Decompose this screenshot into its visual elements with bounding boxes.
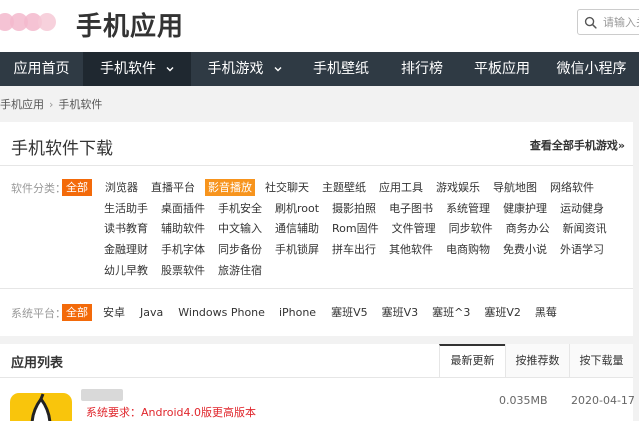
category-tag[interactable]: 读书教育 [101, 220, 151, 237]
category-row: 金融理财 手机字体 同步备份 手机锁屏 拼车出行 其他软件 电商购物 免费小说 … [101, 241, 607, 258]
chevron-right-icon: › [49, 97, 54, 111]
panel-title: 手机软件下载 [11, 139, 113, 159]
nav-item-wechat-mini[interactable]: 微信小程序 [544, 52, 639, 86]
category-tag[interactable]: 新闻资讯 [560, 220, 610, 237]
platform-tag[interactable]: 塞班V3 [379, 304, 422, 321]
category-row: 幼儿早教 股票软件 旅游住宿 [101, 262, 265, 279]
app-list-title: 应用列表 [11, 356, 64, 371]
category-row: 读书教育 辅助软件 中文输入 通信辅助 Rom固件 文件管理 同步软件 商务办公… [101, 220, 610, 237]
app-name[interactable] [81, 389, 123, 401]
platform-tag[interactable]: 安卓 [100, 304, 128, 321]
breadcrumb: 手机应用 › 手机软件 [0, 96, 102, 112]
category-tag[interactable]: Rom固件 [329, 220, 382, 237]
nav-item-wallpapers[interactable]: 手机壁纸 [298, 52, 384, 86]
sort-tabs: 最新更新 按推荐数 按下载量 [439, 344, 633, 377]
search-icon[interactable] [584, 16, 597, 29]
category-label: 软件分类： [11, 182, 66, 195]
nav-item-tablet-apps[interactable]: 平板应用 [460, 52, 544, 86]
chevron-down-icon [274, 67, 281, 72]
app-date: 2020-04-17 [571, 394, 635, 407]
site-header: 手机应用 [0, 0, 639, 52]
category-tag[interactable]: 影音播放 [205, 179, 255, 196]
chevron-down-icon [166, 67, 174, 72]
category-tag[interactable]: 辅助软件 [158, 220, 208, 237]
app-icon[interactable] [10, 393, 72, 421]
tab-latest-update[interactable]: 最新更新 [439, 344, 505, 377]
category-tag[interactable]: 其他软件 [386, 241, 436, 258]
category-tag[interactable]: 网络软件 [547, 179, 597, 196]
category-tag[interactable]: 文件管理 [389, 220, 439, 237]
category-tag[interactable]: 系统管理 [443, 200, 493, 217]
main-nav: 应用首页 手机软件 手机游戏 手机壁纸 排行榜 平板应用 微信小程序 [0, 52, 639, 86]
category-tag[interactable]: 电商购物 [443, 241, 493, 258]
category-tag[interactable]: 浏览器 [102, 179, 141, 196]
tab-by-downloads[interactable]: 按下载量 [569, 344, 633, 377]
nav-item-rankings[interactable]: 排行榜 [384, 52, 460, 86]
platform-tag[interactable]: Windows Phone [175, 304, 268, 321]
app-list-panel: 应用列表 最新更新 按推荐数 按下载量 系统要求：Android4.0版更高版本… [0, 344, 635, 421]
site-logo-icon[interactable] [0, 10, 66, 36]
nav-item-mobile-games[interactable]: 手机游戏 [191, 52, 298, 86]
category-tag[interactable]: 导航地图 [490, 179, 540, 196]
breadcrumb-current[interactable]: 手机软件 [58, 96, 102, 112]
nav-item-app-home[interactable]: 应用首页 [0, 52, 83, 86]
category-row: 生活助手 桌面插件 手机安全 刷机root 摄影拍照 电子图书 系统管理 健康护… [101, 200, 607, 217]
platform-tag[interactable]: 黑莓 [532, 304, 560, 321]
category-tag[interactable]: 中文输入 [215, 220, 265, 237]
platform-tag[interactable]: 塞班^3 [429, 304, 473, 321]
platform-tag[interactable]: 塞班V5 [328, 304, 371, 321]
category-tag[interactable]: 桌面插件 [158, 200, 208, 217]
category-tag[interactable]: 社交聊天 [262, 179, 312, 196]
divider [0, 288, 633, 289]
category-tag[interactable]: 手机锁屏 [272, 241, 322, 258]
category-tag[interactable]: 运动健身 [557, 200, 607, 217]
search-box[interactable] [577, 9, 639, 35]
category-tag[interactable]: 幼儿早教 [101, 262, 151, 279]
category-tag[interactable]: 通信辅助 [272, 220, 322, 237]
view-all-link[interactable]: 查看全部手机游戏» [530, 137, 625, 153]
category-tag[interactable]: 游戏娱乐 [433, 179, 483, 196]
divider [0, 377, 633, 378]
category-tag[interactable]: 健康护理 [500, 200, 550, 217]
category-tag[interactable]: 股票软件 [158, 262, 208, 279]
category-panel: 手机软件下载 查看全部手机游戏» 软件分类： 全部 浏览器 直播平台 影音播放 … [0, 122, 633, 336]
category-tag[interactable]: 主题壁纸 [319, 179, 369, 196]
app-requirement: 系统要求：Android4.0版更高版本 [86, 406, 257, 419]
category-tag[interactable]: 拼车出行 [329, 241, 379, 258]
category-tag[interactable]: 手机字体 [158, 241, 208, 258]
site-name[interactable]: 手机应用 [76, 6, 184, 43]
pear-app-icon [30, 393, 52, 421]
category-tag[interactable]: 电子图书 [386, 200, 436, 217]
category-tag[interactable]: 商务办公 [503, 220, 553, 237]
category-tag[interactable]: 金融理财 [101, 241, 151, 258]
category-tag[interactable]: 旅游住宿 [215, 262, 265, 279]
divider [0, 165, 633, 166]
platform-row: 全部 安卓 Java Windows Phone iPhone 塞班V5 塞班V… [62, 304, 560, 321]
category-tag[interactable]: 免费小说 [500, 241, 550, 258]
nav-item-mobile-software[interactable]: 手机软件 [83, 52, 191, 86]
tab-by-recommendations[interactable]: 按推荐数 [505, 344, 569, 377]
platform-tag[interactable]: 塞班V2 [481, 304, 524, 321]
category-tag[interactable]: 同步备份 [215, 241, 265, 258]
platform-label: 系统平台： [11, 307, 66, 320]
page: 手机应用 应用首页 手机软件 手机游戏 手机壁纸 排行榜 平板应用 微信小程序 … [0, 0, 639, 421]
platform-tag[interactable]: 全部 [62, 304, 92, 321]
category-tag[interactable]: 同步软件 [446, 220, 496, 237]
platform-tag[interactable]: Java [137, 304, 166, 321]
category-tag[interactable]: 全部 [62, 179, 92, 196]
category-tag[interactable]: 外语学习 [557, 241, 607, 258]
search-input[interactable] [603, 15, 639, 29]
category-tag[interactable]: 应用工具 [376, 179, 426, 196]
breadcrumb-link[interactable]: 手机应用 [0, 96, 44, 112]
category-tag[interactable]: 直播平台 [148, 179, 198, 196]
category-tag[interactable]: 刷机root [272, 200, 322, 217]
category-row: 全部 浏览器 直播平台 影音播放 社交聊天 主题壁纸 应用工具 游戏娱乐 导航地… [62, 179, 597, 196]
category-tag[interactable]: 生活助手 [101, 200, 151, 217]
category-tag[interactable]: 摄影拍照 [329, 200, 379, 217]
category-tag[interactable]: 手机安全 [215, 200, 265, 217]
platform-tag[interactable]: iPhone [276, 304, 319, 321]
app-size: 0.035MB [499, 394, 548, 407]
